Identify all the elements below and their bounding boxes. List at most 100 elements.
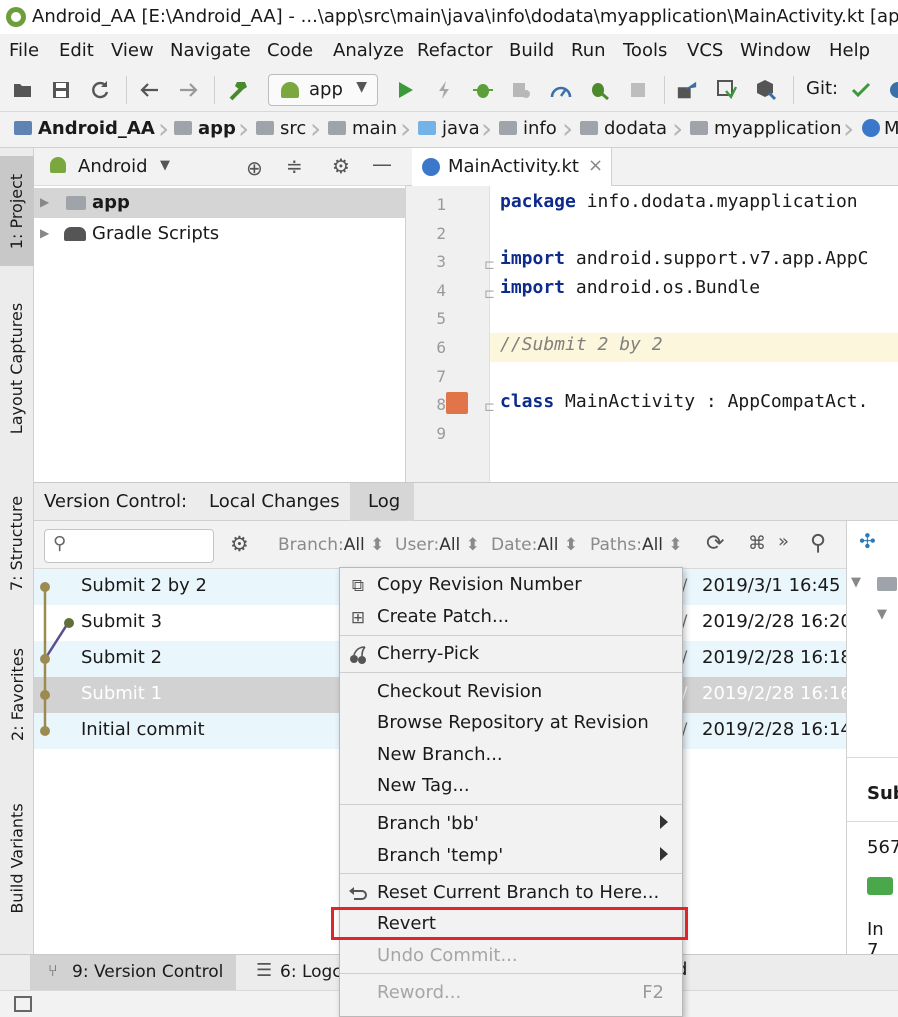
fold-marker-icon[interactable]: ⊏ — [484, 258, 495, 273]
back-icon[interactable] — [138, 79, 160, 101]
menu-new-tag[interactable]: New Tag... — [340, 771, 682, 803]
code-line[interactable]: import android.os.Bundle — [500, 277, 760, 298]
tree-item-app[interactable]: ▶ app — [34, 188, 406, 218]
line-number: 5 — [436, 309, 446, 328]
user-filter[interactable]: User:All ⬍ — [395, 535, 480, 555]
menu-branch-temp[interactable]: Branch 'temp' — [340, 841, 682, 873]
attach-debugger-icon[interactable] — [510, 79, 532, 101]
breadcrumb-info[interactable]: info — [499, 118, 557, 139]
date-filter[interactable]: Date:All ⬍ — [491, 535, 578, 555]
profile-icon[interactable] — [550, 79, 572, 101]
sdk-manager-icon[interactable] — [716, 79, 738, 101]
source-folder-icon — [418, 121, 436, 135]
tree-expand-icon[interactable]: ▼ — [877, 607, 887, 622]
paths-filter[interactable]: Paths:All ⬍ — [590, 535, 683, 555]
breadcrumb-myapplication[interactable]: myapplication — [690, 118, 841, 139]
menu-branch-bb[interactable]: Branch 'bb' — [340, 809, 682, 841]
debug-bug-icon[interactable] — [588, 79, 610, 101]
gear-icon[interactable]: ⚙ — [332, 154, 350, 178]
fold-marker-icon[interactable]: ⊏ — [484, 400, 495, 415]
menu-view[interactable]: View — [111, 40, 154, 61]
collapse-all-icon[interactable]: ≑ — [286, 154, 303, 178]
menu-browse-repository[interactable]: Browse Repository at Revision — [340, 708, 682, 740]
menu-refactor[interactable]: Refactor — [417, 40, 493, 61]
tab-layout-captures[interactable]: Layout Captures — [0, 298, 34, 438]
breadcrumb-mainactivity[interactable]: M — [862, 118, 898, 139]
apply-changes-icon[interactable] — [433, 79, 455, 101]
expand-arrow-icon[interactable]: ▶ — [40, 195, 49, 209]
build-hammer-icon[interactable] — [227, 79, 249, 101]
refresh-icon[interactable]: ⟳ — [706, 531, 724, 556]
project-view-selector[interactable]: Android — [78, 156, 148, 177]
code-line[interactable]: class MainActivity : AppCompatAct. — [500, 391, 868, 412]
menu-help[interactable]: Help — [829, 40, 870, 61]
breadcrumb-java[interactable]: java — [418, 118, 480, 139]
breadcrumb-dodata[interactable]: dodata — [580, 118, 667, 139]
breadcrumb-app[interactable]: app — [174, 118, 236, 139]
search-icon[interactable]: ⚲ — [810, 531, 826, 556]
menu-checkout-revision[interactable]: Checkout Revision — [340, 677, 682, 709]
close-icon[interactable]: × — [588, 155, 603, 176]
breadcrumb-src[interactable]: src — [256, 118, 306, 139]
menu-tools[interactable]: Tools — [623, 40, 667, 61]
menu-reword[interactable]: Reword... F2 — [340, 978, 682, 1010]
tab-favorites[interactable]: 2: Favorites — [0, 644, 34, 744]
tab-local-changes[interactable]: Local Changes — [209, 491, 340, 512]
more-actions-icon[interactable]: » — [778, 531, 789, 552]
menu-navigate[interactable]: Navigate — [170, 40, 251, 61]
run-configuration-dropdown[interactable]: app ▼ — [268, 74, 378, 106]
git-commit-check-icon[interactable] — [850, 79, 872, 101]
code-line[interactable]: import android.support.v7.app.AppC — [500, 248, 868, 269]
menu-reset-current-branch[interactable]: Reset Current Branch to Here... — [340, 878, 682, 910]
gear-icon[interactable]: ⚙ — [230, 532, 249, 556]
breadcrumb-android-aa[interactable]: Android_AA — [14, 118, 155, 139]
cherry-pick-icon[interactable]: ⌘ — [748, 533, 766, 554]
fold-marker-icon[interactable]: ⊏ — [484, 287, 495, 302]
menu-edit[interactable]: Edit — [59, 40, 94, 61]
menu-file[interactable]: File — [9, 40, 39, 61]
menu-cherry-pick[interactable]: Cherry-Pick — [340, 639, 682, 671]
tab-structure[interactable]: 7: Structure — [0, 488, 34, 598]
layout-xml-gutter-icon[interactable] — [446, 392, 468, 414]
tree-item-gradle-scripts[interactable]: ▶ Gradle Scripts — [34, 219, 406, 249]
menu-window[interactable]: Window — [740, 40, 811, 61]
menu-undo-commit[interactable]: Undo Commit... — [340, 941, 682, 973]
breadcrumb-main[interactable]: main — [328, 118, 397, 139]
open-folder-icon[interactable] — [12, 79, 34, 101]
search-icon: ⚲ — [53, 533, 67, 554]
tab-mainactivity[interactable]: MainActivity.kt × — [412, 148, 612, 186]
forward-icon[interactable] — [178, 79, 200, 101]
chevron-down-icon[interactable]: ▼ — [160, 158, 170, 173]
menu-analyze[interactable]: Analyze — [333, 40, 404, 61]
log-search-input[interactable]: ⚲ — [44, 529, 214, 563]
save-icon[interactable] — [50, 79, 72, 101]
debug-icon[interactable] — [472, 79, 494, 101]
run-icon[interactable] — [395, 79, 417, 101]
tab-build-variants[interactable]: Build Variants — [0, 798, 34, 918]
hide-icon[interactable]: — — [372, 152, 392, 176]
project-structure-icon[interactable] — [755, 79, 777, 101]
git-update-icon[interactable] — [884, 79, 898, 101]
menu-run[interactable]: Run — [571, 40, 606, 61]
tab-logcat[interactable]: ☰ 6: Logc — [246, 955, 346, 991]
tree-expand-icon[interactable]: ▼ — [851, 575, 861, 590]
menu-vcs[interactable]: VCS — [687, 40, 723, 61]
menu-build[interactable]: Build — [509, 40, 554, 61]
menu-copy-revision-number[interactable]: ⧉ Copy Revision Number — [340, 570, 682, 602]
menu-new-branch[interactable]: New Branch... — [340, 740, 682, 772]
branch-filter[interactable]: Branch:All ⬍ — [278, 535, 384, 555]
toggle-tool-windows-icon[interactable] — [14, 996, 32, 1012]
menu-create-patch[interactable]: ⊞ Create Patch... — [340, 602, 682, 634]
expand-details-icon[interactable]: ✣ — [859, 529, 876, 553]
avd-manager-icon[interactable] — [676, 79, 698, 101]
expand-arrow-icon[interactable]: ▶ — [40, 226, 49, 240]
tab-log[interactable]: Log — [368, 491, 400, 512]
tab-version-control[interactable]: ⑂ 9: Version Control — [30, 955, 236, 991]
locate-file-icon[interactable]: ⊕ — [246, 156, 263, 180]
tab-project[interactable]: 1: Project — [0, 156, 34, 266]
stop-icon[interactable] — [627, 79, 649, 101]
sync-icon[interactable] — [89, 79, 111, 101]
code-line[interactable]: package info.dodata.myapplication — [500, 191, 858, 212]
menu-code[interactable]: Code — [267, 40, 313, 61]
code-line[interactable]: //Submit 2 by 2 — [500, 334, 663, 355]
